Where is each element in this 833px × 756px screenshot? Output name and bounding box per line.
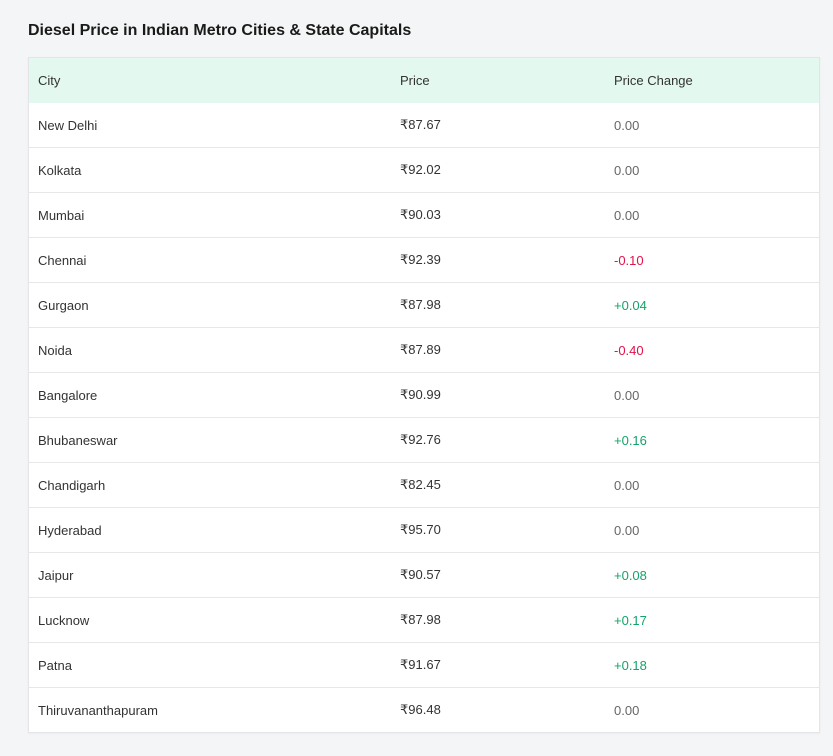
cell-price-change: 0.00: [614, 117, 640, 133]
cell-price-change: 0.00: [605, 462, 819, 508]
table-row: Kolkata ₹92.02 0.00: [29, 147, 819, 193]
cell-city: Hyderabad: [29, 507, 391, 553]
cell-price: ₹95.70: [391, 507, 605, 553]
table-body: New Delhi ₹87.67 0.00 Kolkata ₹92.02 0.00 Mumb…: [29, 103, 819, 732]
cell-city: Mumbai: [29, 192, 391, 238]
cell-price-change: +0.08: [605, 552, 819, 598]
cell-city: Jaipur: [29, 552, 391, 598]
table-row: Thiruvananthapuram ₹96.48 0.00: [29, 687, 819, 732]
cell-city: Gurgaon: [29, 282, 391, 328]
cell-price-change: 0.00: [605, 372, 819, 418]
cell-price-change: 0.00: [605, 687, 819, 732]
cell-city: Bhubaneswar: [29, 417, 391, 463]
cell-price-change: +0.17: [605, 597, 819, 643]
cell-price: ₹87.67: [400, 117, 441, 132]
cell-price-change: +0.04: [605, 282, 819, 328]
cell-price-change: -0.40: [605, 327, 819, 373]
column-header-price-change: Price Change: [614, 73, 693, 88]
cell-price: ₹92.02: [391, 147, 605, 193]
column-header-city: City: [38, 73, 61, 88]
cell-city: Patna: [29, 642, 391, 688]
cell-price: ₹90.57: [391, 552, 605, 598]
table-row: Chandigarh ₹82.45 0.00: [29, 462, 819, 508]
table-row: Bhubaneswar ₹92.76 +0.16: [29, 417, 819, 463]
cell-city: Chennai: [29, 237, 391, 283]
table-row: Chennai ₹92.39 -0.10: [29, 237, 819, 283]
cell-price-change: +0.16: [605, 417, 819, 463]
table-row: Mumbai ₹90.03 0.00: [29, 192, 819, 238]
cell-city: Lucknow: [29, 597, 391, 643]
table-header: City Price Price Change: [29, 58, 819, 103]
cell-price: ₹92.76: [391, 417, 605, 463]
cell-price: ₹91.67: [391, 642, 605, 688]
cell-price: ₹96.48: [391, 687, 605, 732]
cell-price-change: -0.10: [605, 237, 819, 283]
cell-price-change: 0.00: [605, 192, 819, 238]
cell-price: ₹87.89: [391, 327, 605, 373]
cell-city: Bangalore: [29, 372, 391, 418]
table-row: Jaipur ₹90.57 +0.08: [29, 552, 819, 598]
table-row: Noida ₹87.89 -0.40: [29, 327, 819, 373]
table-row: Gurgaon ₹87.98 +0.04: [29, 282, 819, 328]
price-table-container: City Price Price Change New Delhi ₹87.67 0…: [28, 57, 820, 733]
cell-city: Noida: [29, 327, 391, 373]
page-title: Diesel Price in Indian Metro Cities & St…: [28, 22, 412, 39]
table-row: New Delhi ₹87.67 0.00: [29, 103, 819, 148]
column-header-price: Price: [400, 73, 430, 88]
cell-price: ₹92.39: [391, 237, 605, 283]
cell-price: ₹90.99: [391, 372, 605, 418]
cell-city: New Delhi: [38, 117, 98, 133]
table-row: Bangalore ₹90.99 0.00: [29, 372, 819, 418]
cell-city: Chandigarh: [29, 462, 391, 508]
cell-price: ₹90.03: [391, 192, 605, 238]
table-row: Hyderabad ₹95.70 0.00: [29, 507, 819, 553]
table-header-row: City Price Price Change: [29, 58, 819, 103]
page: Diesel Price in Indian Metro Cities & St…: [0, 0, 833, 756]
cell-price: ₹87.98: [391, 282, 605, 328]
cell-city: Thiruvananthapuram: [29, 687, 391, 732]
cell-price: ₹82.45: [391, 462, 605, 508]
diesel-price-table: City Price Price Change New Delhi ₹87.67 0…: [29, 58, 819, 732]
cell-price-change: +0.18: [605, 642, 819, 688]
cell-city: Kolkata: [29, 147, 391, 193]
cell-price: ₹87.98: [391, 597, 605, 643]
table-row: Lucknow ₹87.98 +0.17: [29, 597, 819, 643]
cell-price-change: 0.00: [605, 147, 819, 193]
cell-price-change: 0.00: [605, 507, 819, 553]
table-row: Patna ₹91.67 +0.18: [29, 642, 819, 688]
